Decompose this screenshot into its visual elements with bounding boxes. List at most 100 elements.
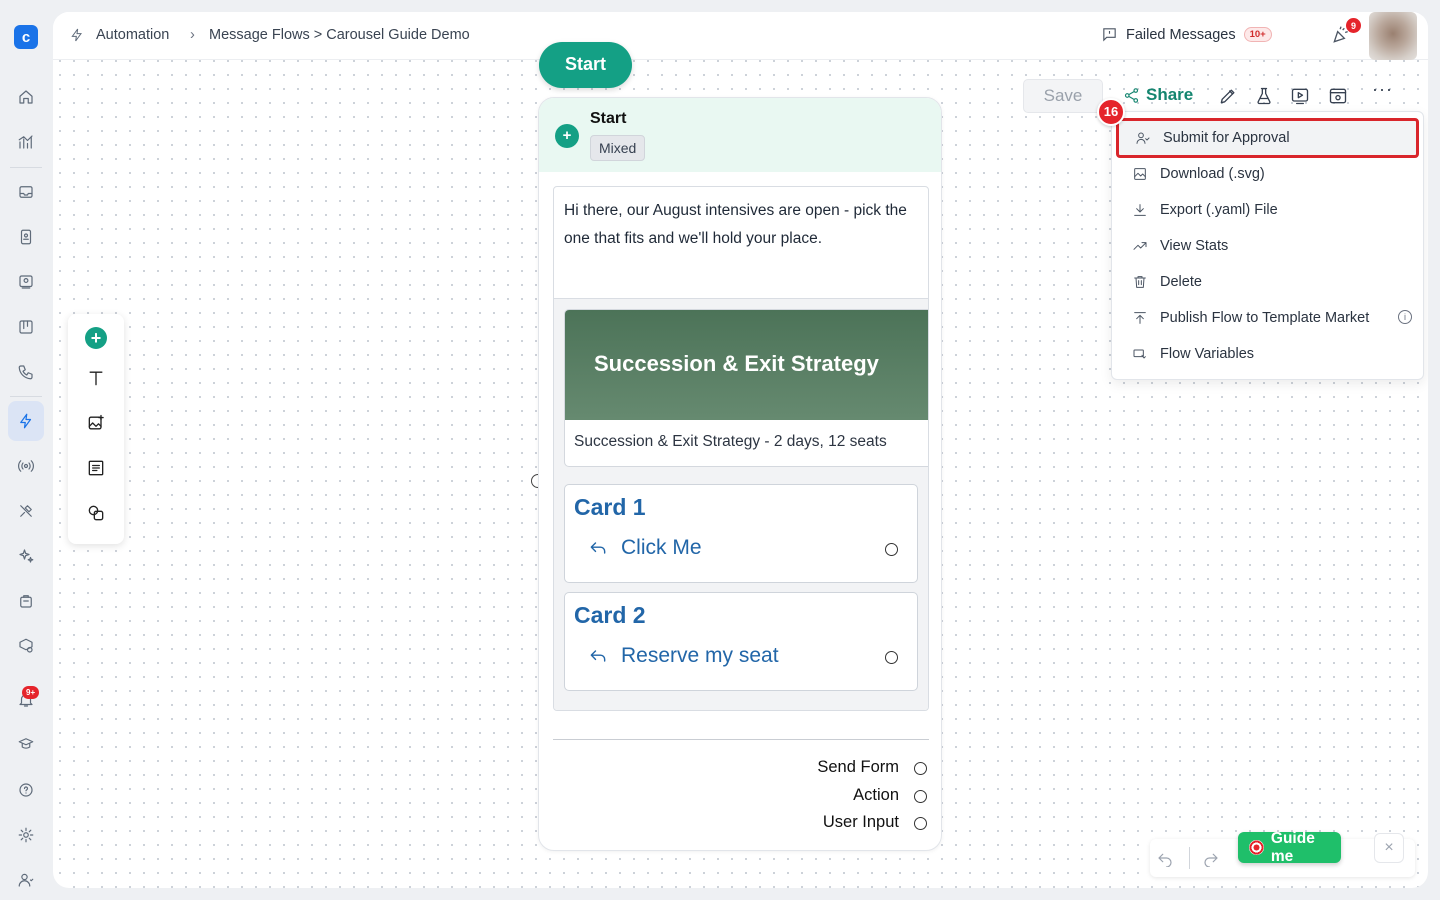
flow-canvas[interactable]: Automation › Message Flows > Carousel Gu… bbox=[53, 12, 1428, 888]
card-title: Card 2 bbox=[574, 602, 646, 628]
board-icon[interactable] bbox=[8, 307, 44, 347]
contacts-icon[interactable] bbox=[8, 217, 44, 257]
menu-delete[interactable]: Delete bbox=[1132, 264, 1418, 300]
carousel-image: Succession & Exit Strategy bbox=[565, 310, 928, 420]
quick-reply-label: Reserve my seat bbox=[621, 644, 779, 667]
shapes-icon[interactable] bbox=[82, 499, 110, 527]
output-handle[interactable] bbox=[914, 762, 927, 775]
add-node-icon[interactable]: + bbox=[82, 324, 110, 352]
failed-messages-button[interactable]: Failed Messages 10+ bbox=[1101, 26, 1272, 43]
menu-publish-template[interactable]: Publish Flow to Template Market i bbox=[1132, 300, 1418, 336]
failed-messages-label: Failed Messages bbox=[1126, 26, 1236, 43]
automation-bolt-icon bbox=[69, 27, 85, 47]
ai-icon[interactable] bbox=[8, 536, 44, 576]
output-action: Action bbox=[853, 786, 899, 804]
guide-me-button[interactable]: Guide me bbox=[1238, 829, 1341, 865]
carousel-card[interactable]: Succession & Exit Strategy Succession & … bbox=[564, 309, 928, 467]
test-flask-icon[interactable] bbox=[1253, 85, 1275, 107]
help-icon[interactable] bbox=[8, 770, 44, 810]
phone-icon[interactable] bbox=[8, 352, 44, 392]
info-icon[interactable]: i bbox=[1398, 310, 1412, 324]
output-handle[interactable] bbox=[885, 651, 898, 664]
upload-icon bbox=[1134, 312, 1146, 324]
integrations-icon[interactable] bbox=[8, 626, 44, 666]
whatsapp-plus-icon: + bbox=[555, 124, 579, 148]
app-logo[interactable]: c bbox=[14, 25, 38, 49]
output-handle[interactable] bbox=[914, 790, 927, 803]
avatar[interactable] bbox=[1369, 12, 1417, 60]
more-options-button[interactable]: ··· bbox=[1372, 79, 1393, 100]
button-card-2[interactable]: Card 2 Reserve my seat bbox=[564, 592, 918, 691]
trend-up-icon bbox=[1133, 242, 1147, 250]
menu-flow-variables[interactable]: Flow Variables bbox=[1132, 336, 1418, 372]
more-options-menu: Submit for Approval Download (.svg) Expo… bbox=[1111, 111, 1424, 380]
output-send-form: Send Form bbox=[817, 758, 899, 776]
reply-icon bbox=[590, 650, 606, 662]
guide-step-badge: 16 bbox=[1097, 98, 1125, 126]
start-node[interactable]: + Start Mixed Hi there, our August inten… bbox=[538, 97, 942, 851]
top-bar: Automation › Message Flows > Carousel Gu… bbox=[53, 12, 1428, 60]
analytics-icon[interactable] bbox=[8, 122, 44, 162]
menu-view-stats[interactable]: View Stats bbox=[1132, 228, 1418, 264]
share-button[interactable]: Share bbox=[1123, 85, 1193, 105]
download-icon bbox=[1134, 204, 1146, 216]
inbox-icon[interactable] bbox=[8, 172, 44, 212]
automation-icon[interactable] bbox=[8, 401, 44, 441]
menu-submit-for-approval[interactable]: Submit for Approval bbox=[1116, 118, 1419, 158]
node-header: + Start Mixed bbox=[539, 98, 941, 172]
node-type-tag: Mixed bbox=[590, 135, 646, 161]
start-pill[interactable]: Start bbox=[539, 42, 632, 88]
academy-icon[interactable] bbox=[8, 724, 44, 764]
reply-icon bbox=[590, 542, 606, 554]
home-icon[interactable] bbox=[8, 77, 44, 117]
preview-play-icon[interactable] bbox=[1289, 85, 1311, 107]
trash-icon bbox=[1134, 276, 1146, 288]
close-icon[interactable]: × bbox=[1374, 833, 1404, 863]
app-sidebar: c 9+ bbox=[0, 0, 52, 900]
card-title: Card 1 bbox=[574, 494, 646, 520]
divider bbox=[553, 739, 929, 740]
user-check-icon bbox=[1136, 132, 1150, 144]
button-card-1[interactable]: Card 1 Click Me bbox=[564, 484, 918, 583]
guide-me-label: Guide me bbox=[1270, 829, 1315, 865]
quick-reply-button[interactable]: Click Me bbox=[587, 536, 702, 560]
output-handle[interactable] bbox=[914, 817, 927, 830]
breadcrumb-chevron-icon: › bbox=[190, 27, 195, 43]
profile-icon[interactable] bbox=[8, 860, 44, 900]
menu-label: View Stats bbox=[1160, 238, 1229, 254]
message-block[interactable]: Hi there, our August intensives are open… bbox=[553, 186, 929, 711]
output-handle[interactable] bbox=[885, 543, 898, 556]
menu-export-yaml[interactable]: Export (.yaml) File bbox=[1132, 192, 1418, 228]
carousel[interactable]: Succession & Exit Strategy Succession & … bbox=[554, 299, 928, 710]
announcements-badge: 9 bbox=[1346, 18, 1361, 33]
text-icon[interactable] bbox=[82, 364, 110, 392]
menu-label: Flow Variables bbox=[1160, 346, 1255, 362]
menu-label: Delete bbox=[1160, 274, 1202, 290]
notifications-badge: 9+ bbox=[22, 686, 40, 699]
message-text: Hi there, our August intensives are open… bbox=[554, 187, 928, 299]
undo-icon[interactable] bbox=[1156, 849, 1174, 867]
message-alert-icon bbox=[1103, 28, 1116, 42]
edit-icon[interactable] bbox=[1217, 85, 1239, 107]
save-button[interactable]: Save bbox=[1023, 79, 1103, 113]
share-icon bbox=[1124, 87, 1139, 103]
breadcrumb-path[interactable]: Message Flows > Carousel Guide Demo bbox=[209, 27, 470, 43]
carousel-caption: Succession & Exit Strategy - 2 days, 12 … bbox=[574, 433, 887, 450]
breadcrumb-automation[interactable]: Automation bbox=[96, 27, 169, 43]
node-title: Start bbox=[590, 110, 627, 127]
tools-icon[interactable] bbox=[8, 491, 44, 531]
live-icon[interactable] bbox=[8, 446, 44, 486]
form-icon[interactable] bbox=[82, 454, 110, 482]
menu-download-svg[interactable]: Download (.svg) bbox=[1132, 156, 1418, 192]
settings-icon[interactable] bbox=[8, 815, 44, 855]
menu-label: Submit for Approval bbox=[1163, 130, 1290, 146]
store-icon[interactable] bbox=[8, 581, 44, 621]
failed-messages-count: 10+ bbox=[1243, 27, 1272, 42]
image-icon[interactable] bbox=[82, 409, 110, 437]
image-file-icon bbox=[1134, 168, 1146, 180]
broadcast-icon[interactable] bbox=[8, 262, 44, 302]
redo-icon[interactable] bbox=[1202, 849, 1220, 867]
menu-label: Export (.yaml) File bbox=[1160, 202, 1278, 218]
quick-reply-button[interactable]: Reserve my seat bbox=[587, 644, 779, 668]
view-icon[interactable] bbox=[1327, 85, 1349, 107]
